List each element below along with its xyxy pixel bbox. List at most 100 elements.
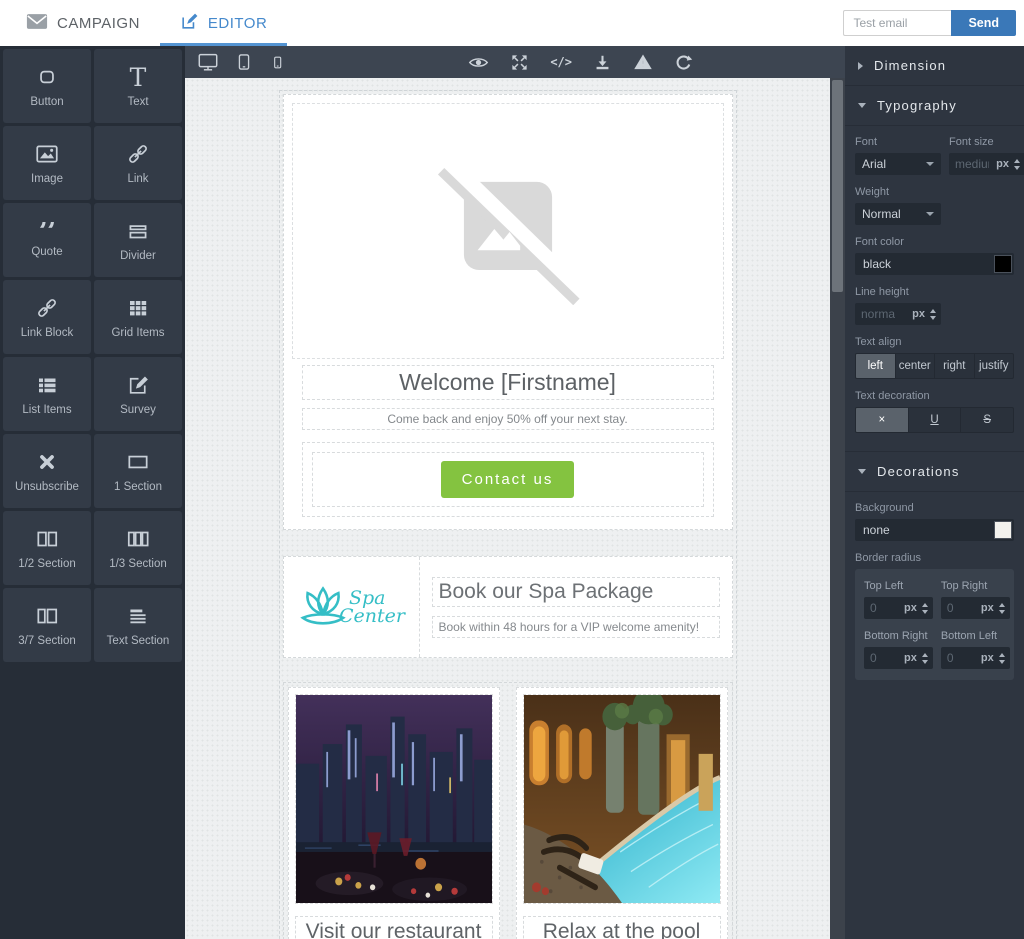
- border-radius-panel: Top Left px Top Right px: [855, 569, 1014, 680]
- pool-photo[interactable]: [523, 694, 721, 904]
- import-icon[interactable]: [593, 53, 612, 72]
- block-button[interactable]: Button: [3, 49, 91, 123]
- stepper-icon[interactable]: [922, 603, 928, 614]
- spa-logo-block[interactable]: Spa Center: [284, 557, 420, 657]
- contact-us-button[interactable]: Contact us: [441, 461, 575, 498]
- button-icon: [34, 64, 60, 90]
- image-icon: [34, 141, 60, 167]
- decoration-strike-button[interactable]: S: [961, 408, 1013, 432]
- section-dimension[interactable]: Dimension: [845, 46, 1024, 86]
- button-block[interactable]: Contact us: [302, 442, 714, 517]
- chevron-down-icon: [926, 162, 934, 166]
- pool-heading[interactable]: Relax at the pool: [523, 916, 721, 939]
- decoration-underline-button[interactable]: U: [909, 408, 962, 432]
- block-1-section[interactable]: 1 Section: [94, 434, 182, 508]
- text-icon: T: [125, 64, 151, 90]
- font-size-field[interactable]: px: [949, 153, 1024, 175]
- cards-section[interactable]: Visit our restaurant We invite all good …: [283, 682, 733, 939]
- restaurant-photo[interactable]: [295, 694, 493, 904]
- block-image[interactable]: Image: [3, 126, 91, 200]
- block-link[interactable]: Link: [94, 126, 182, 200]
- desktop-icon[interactable]: [197, 51, 219, 73]
- hero-section[interactable]: Welcome [Firstname] Come back and enjoy …: [283, 94, 733, 530]
- text-align-group: left center right justify: [855, 353, 1014, 379]
- top-bar: CAMPAIGN EDITOR Send: [0, 0, 1024, 46]
- preview-icon[interactable]: [468, 52, 489, 73]
- stepper-icon[interactable]: [1014, 159, 1020, 170]
- line-height-input[interactable]: [861, 307, 895, 321]
- align-right-button[interactable]: right: [935, 354, 975, 378]
- section-decorations[interactable]: Decorations: [845, 451, 1024, 492]
- radius-input[interactable]: [870, 601, 904, 615]
- restaurant-heading[interactable]: Visit our restaurant: [295, 916, 493, 939]
- align-left-button[interactable]: left: [856, 354, 896, 378]
- block-list-items[interactable]: List Items: [3, 357, 91, 431]
- style-panel: Dimension Typography Font Arial Font siz…: [845, 46, 1024, 939]
- section-typography[interactable]: Typography: [845, 86, 1024, 126]
- align-justify-button[interactable]: justify: [975, 354, 1014, 378]
- spa-heading[interactable]: Book our Spa Package: [432, 577, 720, 607]
- block-unsubscribe[interactable]: Unsubscribe: [3, 434, 91, 508]
- canvas-scrollbar[interactable]: [830, 78, 845, 939]
- block-text[interactable]: T Text: [94, 49, 182, 123]
- grid-icon: [125, 295, 151, 321]
- canvas-toolbar: </>: [185, 46, 845, 78]
- spa-subtext[interactable]: Book within 48 hours for a VIP welcome a…: [432, 616, 720, 638]
- color-swatch[interactable]: [994, 255, 1012, 273]
- list-icon: [34, 372, 60, 398]
- tab-editor[interactable]: EDITOR: [160, 0, 287, 46]
- radius-bottom-left-field[interactable]: px: [941, 647, 1010, 669]
- email-canvas[interactable]: Welcome [Firstname] Come back and enjoy …: [185, 78, 830, 939]
- decoration-none-button[interactable]: ×: [856, 408, 909, 432]
- block-quote[interactable]: ” Quote: [3, 203, 91, 277]
- divider-icon: [125, 218, 151, 244]
- line-height-field[interactable]: px: [855, 303, 941, 325]
- stepper-icon[interactable]: [922, 653, 928, 664]
- hero-subtext[interactable]: Come back and enjoy 50% off your next st…: [302, 408, 714, 430]
- restaurant-card[interactable]: Visit our restaurant We invite all good …: [288, 687, 500, 939]
- weight-label: Weight: [855, 186, 1014, 198]
- block-divider[interactable]: Divider: [94, 203, 182, 277]
- background-field[interactable]: none: [855, 519, 1014, 541]
- stepper-icon[interactable]: [999, 653, 1005, 664]
- stepper-icon[interactable]: [930, 309, 936, 320]
- font-select[interactable]: Arial: [855, 153, 941, 175]
- tab-campaign[interactable]: CAMPAIGN: [6, 0, 160, 46]
- mobile-icon[interactable]: [269, 54, 286, 71]
- scrollbar-thumb[interactable]: [832, 80, 843, 292]
- radius-top-left-field[interactable]: px: [864, 597, 933, 619]
- radius-top-right-field[interactable]: px: [941, 597, 1010, 619]
- block-third-section[interactable]: 1/3 Section: [94, 511, 182, 585]
- caret-down-icon: [858, 103, 866, 108]
- refresh-icon[interactable]: [674, 53, 693, 72]
- test-email-input[interactable]: [843, 10, 951, 36]
- font-size-input[interactable]: [955, 157, 989, 171]
- radius-bottom-right-field[interactable]: px: [864, 647, 933, 669]
- warning-icon[interactable]: [633, 52, 653, 72]
- pool-card[interactable]: Relax at the pool The lush garden and th…: [516, 687, 728, 939]
- radius-input[interactable]: [947, 651, 981, 665]
- block-text-section[interactable]: Text Section: [94, 588, 182, 662]
- chevron-down-icon: [926, 212, 934, 216]
- email-document[interactable]: Welcome [Firstname] Come back and enjoy …: [279, 90, 737, 939]
- radius-input[interactable]: [947, 601, 981, 615]
- block-37-section[interactable]: 3/7 Section: [3, 588, 91, 662]
- section-third-icon: [125, 526, 151, 552]
- weight-select[interactable]: Normal: [855, 203, 941, 225]
- tablet-icon[interactable]: [234, 52, 254, 72]
- hero-heading[interactable]: Welcome [Firstname]: [302, 365, 714, 400]
- fullscreen-icon[interactable]: [510, 53, 529, 72]
- color-swatch[interactable]: [994, 521, 1012, 539]
- font-color-field[interactable]: black: [855, 253, 1014, 275]
- block-grid-items[interactable]: Grid Items: [94, 280, 182, 354]
- align-center-button[interactable]: center: [896, 354, 936, 378]
- radius-input[interactable]: [870, 651, 904, 665]
- code-icon[interactable]: </>: [550, 55, 572, 69]
- image-placeholder-block[interactable]: [292, 103, 724, 359]
- stepper-icon[interactable]: [999, 603, 1005, 614]
- block-survey[interactable]: Survey: [94, 357, 182, 431]
- send-button[interactable]: Send: [951, 10, 1016, 36]
- block-half-section[interactable]: 1/2 Section: [3, 511, 91, 585]
- block-link-block[interactable]: Link Block: [3, 280, 91, 354]
- spa-section[interactable]: Spa Center Book our Spa Package Book wit…: [283, 556, 733, 658]
